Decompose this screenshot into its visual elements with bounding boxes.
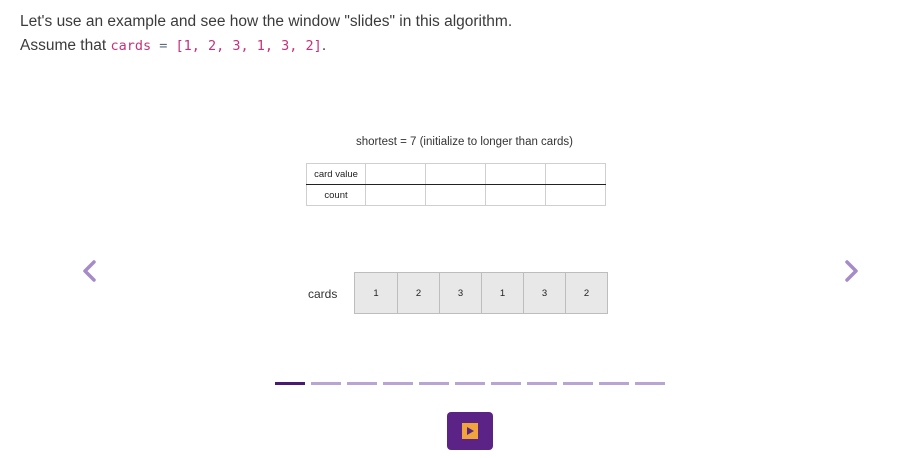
card-cell: 1: [355, 273, 398, 313]
card-value-cell: [485, 163, 546, 185]
chevron-right-icon: [845, 260, 858, 282]
play-icon: [462, 423, 478, 439]
count-label: count: [306, 184, 366, 206]
progress-segment[interactable]: [455, 382, 485, 385]
step-progress-bar: [275, 382, 665, 385]
value-count-table: card value count: [306, 163, 606, 206]
cards-code: cards = [1, 2, 3, 1, 3, 2]: [110, 38, 321, 54]
count-row: count: [306, 184, 606, 206]
progress-segment[interactable]: [491, 382, 521, 385]
chevron-left-icon: [83, 260, 96, 282]
card-value-cell: [425, 163, 486, 185]
card-cell: 3: [440, 273, 482, 313]
intro-line-1: Let's use an example and see how the win…: [20, 13, 513, 30]
cards-label: cards: [308, 287, 338, 301]
count-cell: [545, 184, 606, 206]
progress-segment[interactable]: [275, 382, 305, 385]
count-cell: [365, 184, 426, 206]
card-cell: 2: [566, 273, 607, 313]
progress-segment[interactable]: [383, 382, 413, 385]
intro-line-2: Assume that cards = [1, 2, 3, 1, 3, 2].: [20, 34, 512, 58]
count-cell: [485, 184, 546, 206]
card-cell: 1: [482, 273, 524, 313]
cards-array: 1 2 3 1 3 2: [354, 272, 608, 314]
progress-segment[interactable]: [347, 382, 377, 385]
card-value-label: card value: [306, 163, 366, 185]
code-value: [1, 2, 3, 1, 3, 2]: [175, 38, 322, 54]
count-cell: [425, 184, 486, 206]
card-value-row: card value: [306, 163, 606, 185]
code-variable: cards: [110, 38, 152, 54]
progress-segment[interactable]: [527, 382, 557, 385]
previous-step-button[interactable]: [77, 258, 103, 284]
progress-segment[interactable]: [563, 382, 593, 385]
progress-segment[interactable]: [635, 382, 665, 385]
progress-segment[interactable]: [419, 382, 449, 385]
card-value-cell: [545, 163, 606, 185]
play-button[interactable]: [447, 412, 493, 450]
card-value-cell: [365, 163, 426, 185]
progress-segment[interactable]: [599, 382, 629, 385]
card-cell: 2: [398, 273, 440, 313]
card-cell: 3: [524, 273, 566, 313]
shortest-caption: shortest = 7 (initialize to longer than …: [356, 136, 574, 148]
next-step-button[interactable]: [838, 258, 864, 284]
intro-line-2-suffix: .: [321, 37, 327, 54]
progress-segment[interactable]: [311, 382, 341, 385]
intro-line-2-prefix: Assume that: [20, 37, 111, 54]
intro-text: Let's use an example and see how the win…: [20, 10, 512, 58]
code-operator: =: [151, 38, 176, 54]
